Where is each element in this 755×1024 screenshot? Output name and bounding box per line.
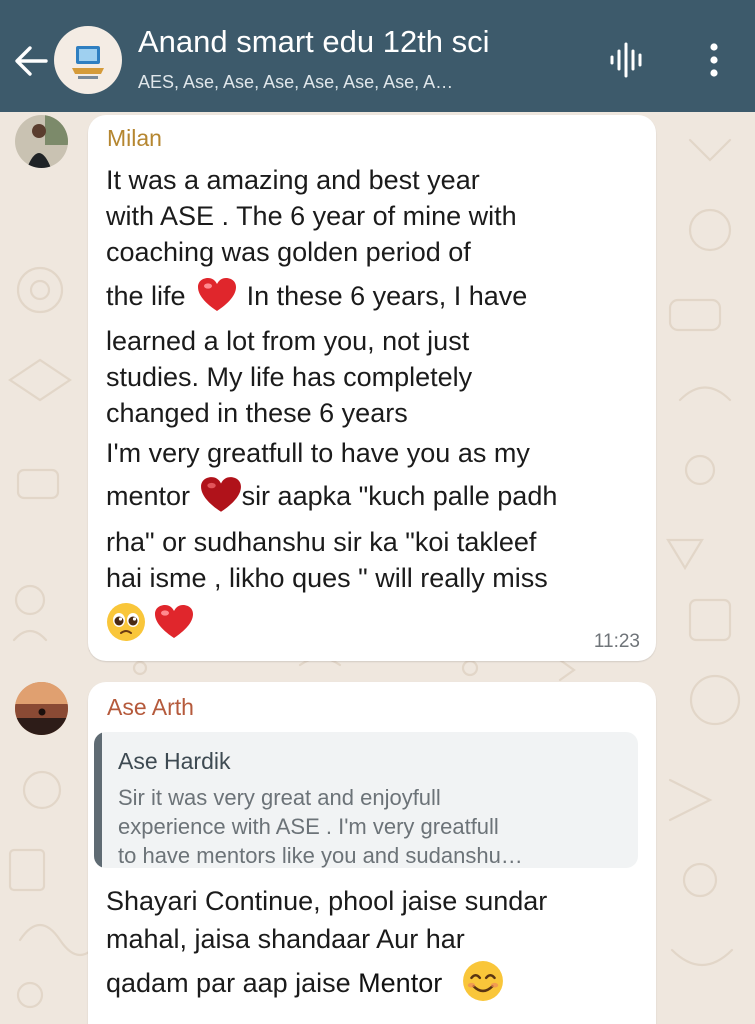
message-text-line: learned a lot from you, not just: [106, 326, 470, 356]
message-text-line: mentor sir aapka "kuch palle padh: [106, 477, 558, 514]
quoted-text-line: Sir it was very great and enjoyfull: [118, 785, 441, 810]
emoji-line: [106, 602, 194, 642]
quote-bar: [94, 732, 102, 868]
more-options-button[interactable]: [694, 40, 734, 80]
group-logo-icon: [72, 46, 104, 79]
message-text-line: studies. My life has completely: [106, 362, 473, 392]
message-text: qadam par aap jaise: [106, 968, 359, 999]
message-bubble[interactable]: Milan It was a amazing and best year wit…: [88, 115, 656, 661]
sender-name[interactable]: Milan: [107, 125, 162, 152]
quoted-text-line: to have mentors like you and sudanshu…: [118, 843, 523, 868]
red-heart-emoji: [198, 277, 237, 311]
bold-word: Mentor: [358, 968, 443, 999]
chat-title[interactable]: Anand smart edu 12th sci: [138, 24, 490, 60]
message-time: 11:23: [593, 631, 640, 652]
message-text-line: changed in these 6 years: [106, 398, 408, 428]
back-arrow-icon: [15, 46, 48, 76]
message-bubble[interactable]: Ase Arth Ase Hardik Sir it was very grea…: [88, 682, 656, 1024]
avatar-milan: [15, 115, 68, 168]
message-text-line: rha" or sudhanshu sir ka "koi takleef: [106, 527, 537, 557]
sender-name[interactable]: Ase Arth: [107, 694, 194, 721]
message-text-line: hai isme , likho ques " will really miss: [106, 563, 548, 593]
message-text: mentor: [106, 481, 191, 511]
message-text-line: the life In these 6 years, I have: [106, 277, 528, 313]
chat-members[interactable]: AES, Ase, Ase, Ase, Ase, Ase, Ase, A…: [138, 72, 586, 93]
smiling-face-emoji: [462, 961, 503, 1001]
message-text-line: with ASE . The 6 year of mine with: [106, 201, 517, 231]
avatar-ase-arth: [15, 682, 68, 735]
message-text: sir aapka "kuch palle padh: [241, 481, 558, 511]
message-list[interactable]: Milan It was a amazing and best year wit…: [0, 112, 755, 1024]
audio-wave-icon: [610, 42, 642, 78]
message-text: In these 6 years, I have: [239, 281, 528, 311]
voice-chat-button[interactable]: [606, 40, 650, 80]
message-text: the life: [106, 281, 186, 311]
avatar[interactable]: [15, 682, 68, 735]
chat-header: Anand smart edu 12th sci AES, Ase, Ase, …: [0, 0, 755, 112]
more-vert-icon: [710, 43, 718, 77]
message-text-line: It was a amazing and best year: [106, 165, 480, 195]
red-heart-emoji: [200, 477, 241, 512]
back-button[interactable]: [10, 40, 52, 82]
group-avatar[interactable]: [54, 26, 122, 94]
message-text-line: qadam par aap jaise Mentor: [106, 961, 504, 1002]
pleading-face-emoji: [107, 603, 145, 641]
red-heart-emoji: [154, 605, 193, 638]
avatar[interactable]: [15, 115, 68, 168]
message-text-line: mahal, jaisa shandaar Aur har: [106, 924, 465, 954]
message-text-line: I'm very greatfull to have you as my: [106, 438, 530, 468]
message-text-line: coaching was golden period of: [106, 237, 471, 267]
message-text-line: Shayari Continue, phool jaise sundar: [106, 886, 548, 916]
quoted-message[interactable]: Ase Hardik Sir it was very great and enj…: [94, 732, 638, 868]
quoted-sender: Ase Hardik: [118, 748, 231, 774]
quoted-text-line: experience with ASE . I'm very greatfull: [118, 814, 499, 839]
